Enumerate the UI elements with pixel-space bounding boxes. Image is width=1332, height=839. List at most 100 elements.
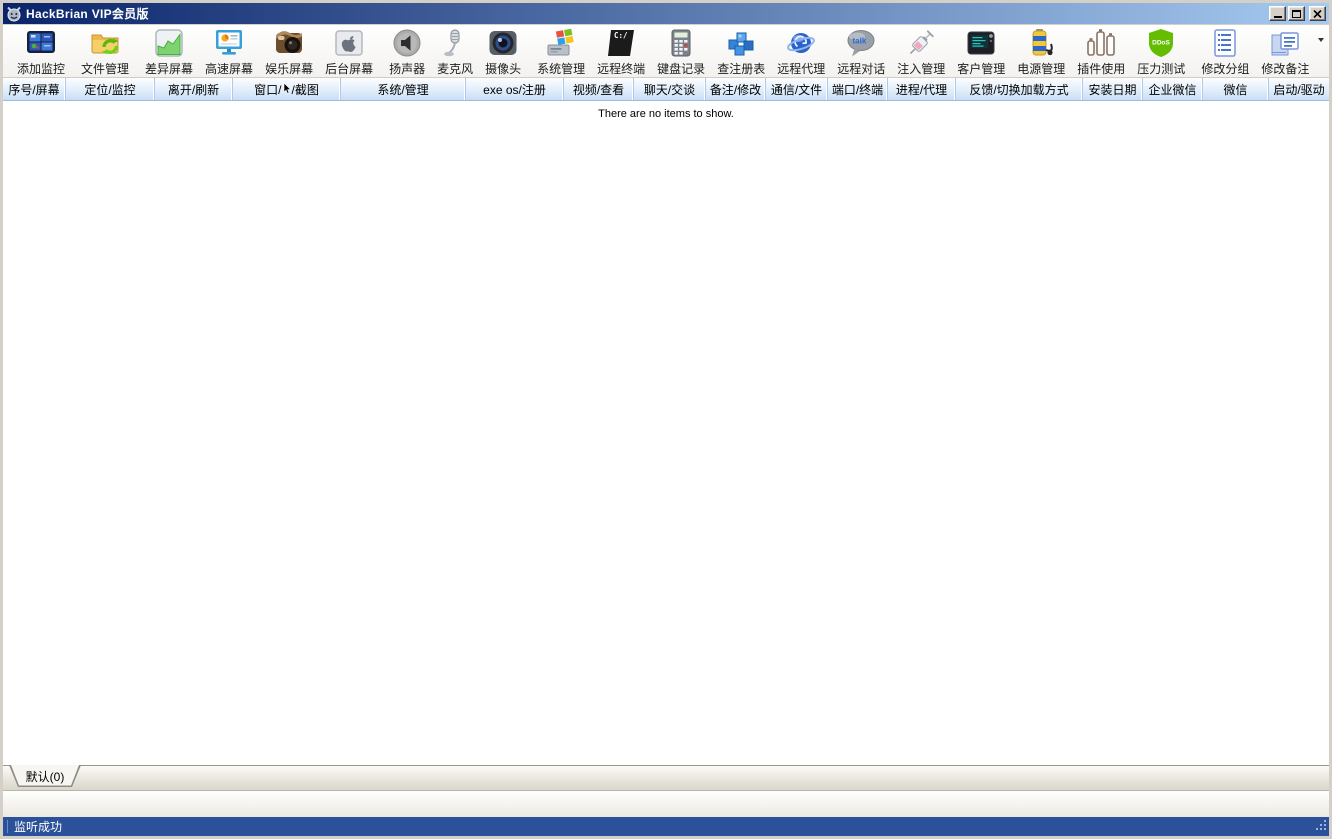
fast-screen-button[interactable]: 高速屏幕 — [199, 25, 259, 78]
tab-label: 屏幕监控 — [0, 796, 39, 813]
toolbar-button-label: 摄像头 — [485, 60, 521, 77]
column-header-install-date[interactable]: 安装日期 — [1083, 78, 1143, 100]
status-text: 监听成功 — [14, 818, 62, 835]
remote-chat-icon: talk — [845, 27, 877, 59]
client-list-area[interactable]: There are no items to show. — [3, 101, 1329, 765]
column-header-wechat[interactable]: 微信 — [1203, 78, 1269, 100]
stress-test-button[interactable]: DDoS 压力测试 — [1131, 25, 1191, 78]
diff-screen-button[interactable]: 差异屏幕 — [139, 25, 199, 78]
toolbar-button-label: 远程对话 — [837, 60, 885, 77]
main-toolbar: 添加监控 文件管理 差异屏幕 — [3, 25, 1329, 78]
toolbar-button-label: 客户管理 — [957, 60, 1005, 77]
toolbar-button-label: 修改分组 — [1201, 60, 1249, 77]
column-label: 端口/终端 — [832, 81, 883, 98]
column-label: 微信 — [1223, 81, 1247, 98]
close-button[interactable] — [1309, 6, 1326, 21]
toolbar-overflow-button[interactable] — [1315, 38, 1327, 64]
column-header-locate-monitor[interactable]: 定位/监控 — [66, 78, 155, 100]
column-label: 备注/修改 — [710, 81, 761, 98]
toolbar-button-label: 注入管理 — [897, 60, 945, 77]
column-label: 序号/屏幕 — [8, 81, 59, 98]
group-tab-default[interactable]: 默认(0) — [9, 765, 81, 787]
tab-label: 插件管理 — [0, 796, 23, 813]
column-header-feedback-load-mode[interactable]: 反馈/切换加载方式 — [956, 78, 1083, 100]
column-label: /截图 — [292, 81, 319, 98]
toolbar-button-label: 查注册表 — [717, 60, 765, 77]
registry-icon — [725, 27, 757, 59]
stress-test-icon: DDoS — [1145, 27, 1177, 59]
group-tab-strip: 默认(0) — [3, 765, 1329, 790]
toolbar-button-label: 电源管理 — [1017, 60, 1065, 77]
toolbar-button-label: 高速屏幕 — [205, 60, 253, 77]
column-header-comm-file[interactable]: 通信/文件 — [766, 78, 828, 100]
column-header-boot-driver[interactable]: 启动/驱动 — [1269, 78, 1329, 100]
remote-proxy-icon — [785, 27, 817, 59]
background-screen-icon — [333, 27, 365, 59]
column-header-exe-os-register[interactable]: exe os/注册 — [466, 78, 564, 100]
resize-grip-icon[interactable] — [1314, 818, 1327, 834]
column-header-port-terminal[interactable]: 端口/终端 — [828, 78, 888, 100]
inject-manage-button[interactable]: 注入管理 — [891, 25, 951, 78]
edit-group-button[interactable]: 修改分组 — [1195, 25, 1255, 78]
power-manage-button[interactable]: 电源管理 — [1011, 25, 1071, 78]
talk-icon-text: talk — [853, 36, 867, 45]
speaker-button[interactable]: 扬声器 — [383, 25, 431, 78]
column-header-window-screenshot[interactable]: 窗口/ /截图 — [233, 78, 341, 100]
edit-group-icon — [1209, 27, 1241, 59]
column-label: 系统/管理 — [377, 81, 428, 98]
toolbar-button-label: 后台屏幕 — [325, 60, 373, 77]
add-monitor-button[interactable]: 添加监控 — [11, 25, 71, 78]
column-label: 窗口/ — [254, 81, 281, 98]
close-icon — [1313, 10, 1322, 18]
column-header-index-screen[interactable]: 序号/屏幕 — [3, 78, 66, 100]
background-screen-button[interactable]: 后台屏幕 — [319, 25, 379, 78]
window-title: HackBrian VIP会员版 — [26, 5, 149, 22]
add-monitor-icon — [25, 27, 57, 59]
toolbar-button-label: 远程代理 — [777, 60, 825, 77]
column-header-away-refresh[interactable]: 离开/刷新 — [155, 78, 233, 100]
edit-note-button[interactable]: 修改备注 — [1255, 25, 1315, 78]
microphone-button[interactable]: 麦克风 — [431, 25, 479, 78]
tab-label: 日志信息 — [0, 796, 31, 813]
app-devil-icon — [6, 6, 22, 22]
titlebar[interactable]: HackBrian VIP会员版 — [3, 3, 1329, 24]
toolbar-button-label: 插件使用 — [1077, 60, 1125, 77]
toolbar-button-label: 麦克风 — [437, 60, 473, 77]
tab-label: 客户生成 — [0, 796, 15, 813]
client-manage-button[interactable]: 客户管理 — [951, 25, 1011, 78]
fun-screen-button[interactable]: 娱乐屏幕 — [259, 25, 319, 78]
app-window: HackBrian VIP会员版 添加监控 — [0, 0, 1332, 839]
plugin-use-button[interactable]: 插件使用 — [1071, 25, 1131, 78]
column-label: 安装日期 — [1088, 81, 1136, 98]
maximize-button[interactable] — [1288, 6, 1305, 21]
column-header-wecom[interactable]: 企业微信 — [1143, 78, 1203, 100]
toolbar-button-label: 压力测试 — [1137, 60, 1185, 77]
remote-chat-button[interactable]: talk 远程对话 — [831, 25, 891, 78]
column-label: 进程/代理 — [896, 81, 947, 98]
system-manage-button[interactable]: 系统管理 — [531, 25, 591, 78]
column-label: 定位/监控 — [84, 81, 135, 98]
remote-terminal-button[interactable]: C:/ 远程终端 — [591, 25, 651, 78]
speaker-icon — [391, 27, 423, 59]
keylogger-button[interactable]: 键盘记录 — [651, 25, 711, 78]
column-header-remark-modify[interactable]: 备注/修改 — [706, 78, 766, 100]
registry-button[interactable]: 查注册表 — [711, 25, 771, 78]
column-header-video-view[interactable]: 视频/查看 — [564, 78, 634, 100]
inject-manage-icon — [905, 27, 937, 59]
column-label: exe os/注册 — [483, 81, 546, 98]
file-manager-button[interactable]: 文件管理 — [75, 25, 135, 78]
toolbar-button-label: 添加监控 — [17, 60, 65, 77]
power-manage-icon — [1025, 27, 1057, 59]
group-tab-label: 默认(0) — [26, 768, 65, 785]
microphone-icon — [439, 27, 471, 59]
column-header-chat-talk[interactable]: 聊天/交谈 — [634, 78, 706, 100]
minimize-button[interactable] — [1269, 6, 1286, 21]
remote-proxy-button[interactable]: 远程代理 — [771, 25, 831, 78]
column-header-process-proxy[interactable]: 进程/代理 — [888, 78, 956, 100]
diff-screen-icon — [153, 27, 185, 59]
plugin-use-icon — [1085, 27, 1117, 59]
webcam-button[interactable]: 摄像头 — [479, 25, 527, 78]
column-header-system-manage[interactable]: 系统/管理 — [341, 78, 466, 100]
client-manage-icon — [965, 27, 997, 59]
remote-terminal-icon: C:/ — [605, 27, 637, 59]
